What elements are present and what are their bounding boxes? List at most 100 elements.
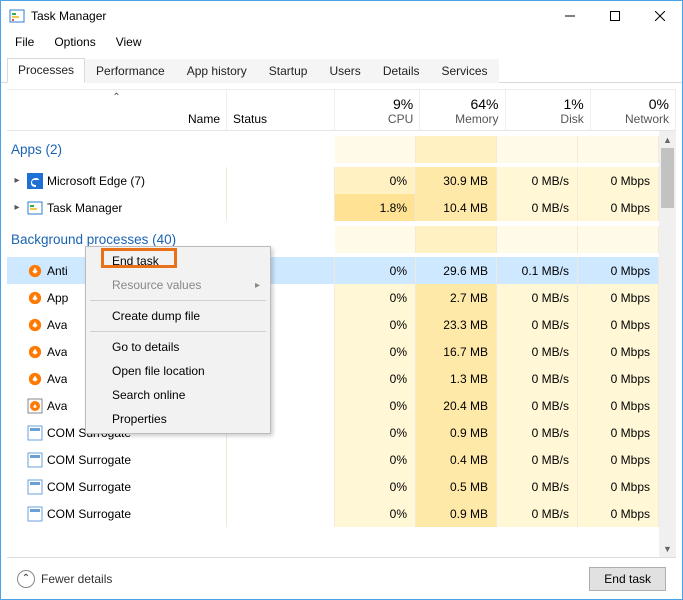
- menu-options[interactable]: Options: [46, 33, 103, 51]
- vertical-scrollbar[interactable]: ▲ ▼: [659, 131, 676, 557]
- process-memory: 10.4 MB: [416, 194, 497, 221]
- ctx-open-file-location[interactable]: Open file location: [88, 359, 268, 383]
- avast-icon: [27, 263, 43, 279]
- process-disk: 0 MB/s: [497, 392, 578, 419]
- maximize-button[interactable]: [592, 1, 637, 31]
- col-cpu-pct: 9%: [393, 96, 413, 112]
- process-network: 0 Mbps: [578, 446, 659, 473]
- tab-processes[interactable]: Processes: [7, 58, 85, 83]
- avast-icon: [27, 344, 43, 360]
- menu-file[interactable]: File: [7, 33, 42, 51]
- com-icon: [27, 452, 43, 468]
- ctx-create-dump[interactable]: Create dump file: [88, 304, 268, 328]
- chevron-up-icon: ⌃: [17, 570, 35, 588]
- ctx-search-online-label: Search online: [112, 388, 185, 402]
- process-network: 0 Mbps: [578, 311, 659, 338]
- process-cpu: 0%: [335, 167, 416, 194]
- tab-users[interactable]: Users: [318, 59, 371, 83]
- ctx-search-online[interactable]: Search online: [88, 383, 268, 407]
- com-icon: [27, 425, 43, 441]
- ctx-create-dump-label: Create dump file: [112, 309, 200, 323]
- process-name: COM Surrogate: [47, 453, 131, 467]
- group-header[interactable]: Apps (2): [7, 131, 659, 167]
- process-disk: 0 MB/s: [497, 194, 578, 221]
- ctx-resource-values[interactable]: Resource values▸: [88, 273, 268, 297]
- process-name: Ava: [47, 399, 67, 413]
- col-header-status[interactable]: Status: [227, 90, 335, 130]
- tab-app-history[interactable]: App history: [176, 59, 258, 83]
- title-bar[interactable]: Task Manager: [1, 1, 682, 31]
- tab-performance[interactable]: Performance: [85, 59, 176, 83]
- process-status: [227, 446, 335, 473]
- context-menu: End task Resource values▸ Create dump fi…: [85, 246, 271, 434]
- process-disk: 0 MB/s: [497, 446, 578, 473]
- col-header-memory[interactable]: 64% Memory: [420, 90, 505, 130]
- process-network: 0 Mbps: [578, 365, 659, 392]
- col-header-name[interactable]: ⌃ Name: [7, 90, 227, 130]
- menu-view[interactable]: View: [108, 33, 150, 51]
- process-name: Anti: [47, 264, 68, 278]
- process-memory: 0.9 MB: [416, 419, 497, 446]
- process-memory: 29.6 MB: [416, 257, 497, 284]
- close-button[interactable]: [637, 1, 682, 31]
- scroll-up-button[interactable]: ▲: [659, 131, 676, 148]
- fewer-details-button[interactable]: ⌃ Fewer details: [17, 570, 112, 588]
- process-cpu: 0%: [335, 338, 416, 365]
- ctx-end-task[interactable]: End task: [88, 249, 268, 273]
- ctx-properties-label: Properties: [112, 412, 167, 426]
- submenu-arrow-icon: ▸: [255, 280, 260, 291]
- process-cpu: 1.8%: [335, 194, 416, 221]
- process-network: 0 Mbps: [578, 167, 659, 194]
- process-network: 0 Mbps: [578, 338, 659, 365]
- process-row[interactable]: COM Surrogate 0% 0.9 MB 0 MB/s 0 Mbps: [7, 500, 659, 527]
- process-name: COM Surrogate: [47, 507, 131, 521]
- fewer-details-label: Fewer details: [41, 572, 112, 586]
- tab-services[interactable]: Services: [431, 59, 499, 83]
- scroll-down-button[interactable]: ▼: [659, 540, 676, 557]
- process-disk: 0 MB/s: [497, 167, 578, 194]
- col-header-cpu[interactable]: 9% CPU: [335, 90, 420, 130]
- process-row[interactable]: ▸Task Manager 1.8% 10.4 MB 0 MB/s 0 Mbps: [7, 194, 659, 221]
- ctx-open-file-location-label: Open file location: [112, 364, 205, 378]
- expand-icon[interactable]: ▸: [11, 175, 23, 186]
- ctx-go-to-details[interactable]: Go to details: [88, 335, 268, 359]
- scroll-thumb[interactable]: [661, 148, 674, 208]
- process-memory: 0.4 MB: [416, 446, 497, 473]
- process-cpu: 0%: [335, 473, 416, 500]
- col-header-disk[interactable]: 1% Disk: [506, 90, 591, 130]
- process-network: 0 Mbps: [578, 257, 659, 284]
- end-task-button[interactable]: End task: [589, 567, 666, 591]
- process-status: [227, 500, 335, 527]
- tab-strip: Processes Performance App history Startu…: [1, 57, 682, 83]
- process-memory: 20.4 MB: [416, 392, 497, 419]
- col-header-network[interactable]: 0% Network: [591, 90, 676, 130]
- scroll-track[interactable]: [659, 148, 676, 540]
- process-row[interactable]: COM Surrogate 0% 0.4 MB 0 MB/s 0 Mbps: [7, 446, 659, 473]
- tm-icon: [27, 200, 43, 216]
- col-net-label: Network: [625, 112, 669, 126]
- tab-startup[interactable]: Startup: [258, 59, 319, 83]
- tab-details[interactable]: Details: [372, 59, 431, 83]
- process-status: [227, 194, 335, 221]
- task-manager-window: Task Manager File Options View Processes…: [0, 0, 683, 600]
- process-cpu: 0%: [335, 257, 416, 284]
- col-mem-pct: 64%: [470, 96, 498, 112]
- ctx-separator: [90, 300, 266, 301]
- process-disk: 0 MB/s: [497, 473, 578, 500]
- process-disk: 0 MB/s: [497, 500, 578, 527]
- col-net-pct: 0%: [649, 96, 669, 112]
- minimize-button[interactable]: [547, 1, 592, 31]
- ctx-properties[interactable]: Properties: [88, 407, 268, 431]
- process-memory: 0.9 MB: [416, 500, 497, 527]
- process-status: [227, 473, 335, 500]
- process-name: Ava: [47, 318, 67, 332]
- process-row[interactable]: ▸Microsoft Edge (7) 0% 30.9 MB 0 MB/s 0 …: [7, 167, 659, 194]
- expand-icon[interactable]: ▸: [11, 202, 23, 213]
- process-cpu: 0%: [335, 311, 416, 338]
- process-disk: 0 MB/s: [497, 419, 578, 446]
- avast-icon: [27, 317, 43, 333]
- process-network: 0 Mbps: [578, 284, 659, 311]
- process-memory: 2.7 MB: [416, 284, 497, 311]
- process-cpu: 0%: [335, 419, 416, 446]
- process-row[interactable]: COM Surrogate 0% 0.5 MB 0 MB/s 0 Mbps: [7, 473, 659, 500]
